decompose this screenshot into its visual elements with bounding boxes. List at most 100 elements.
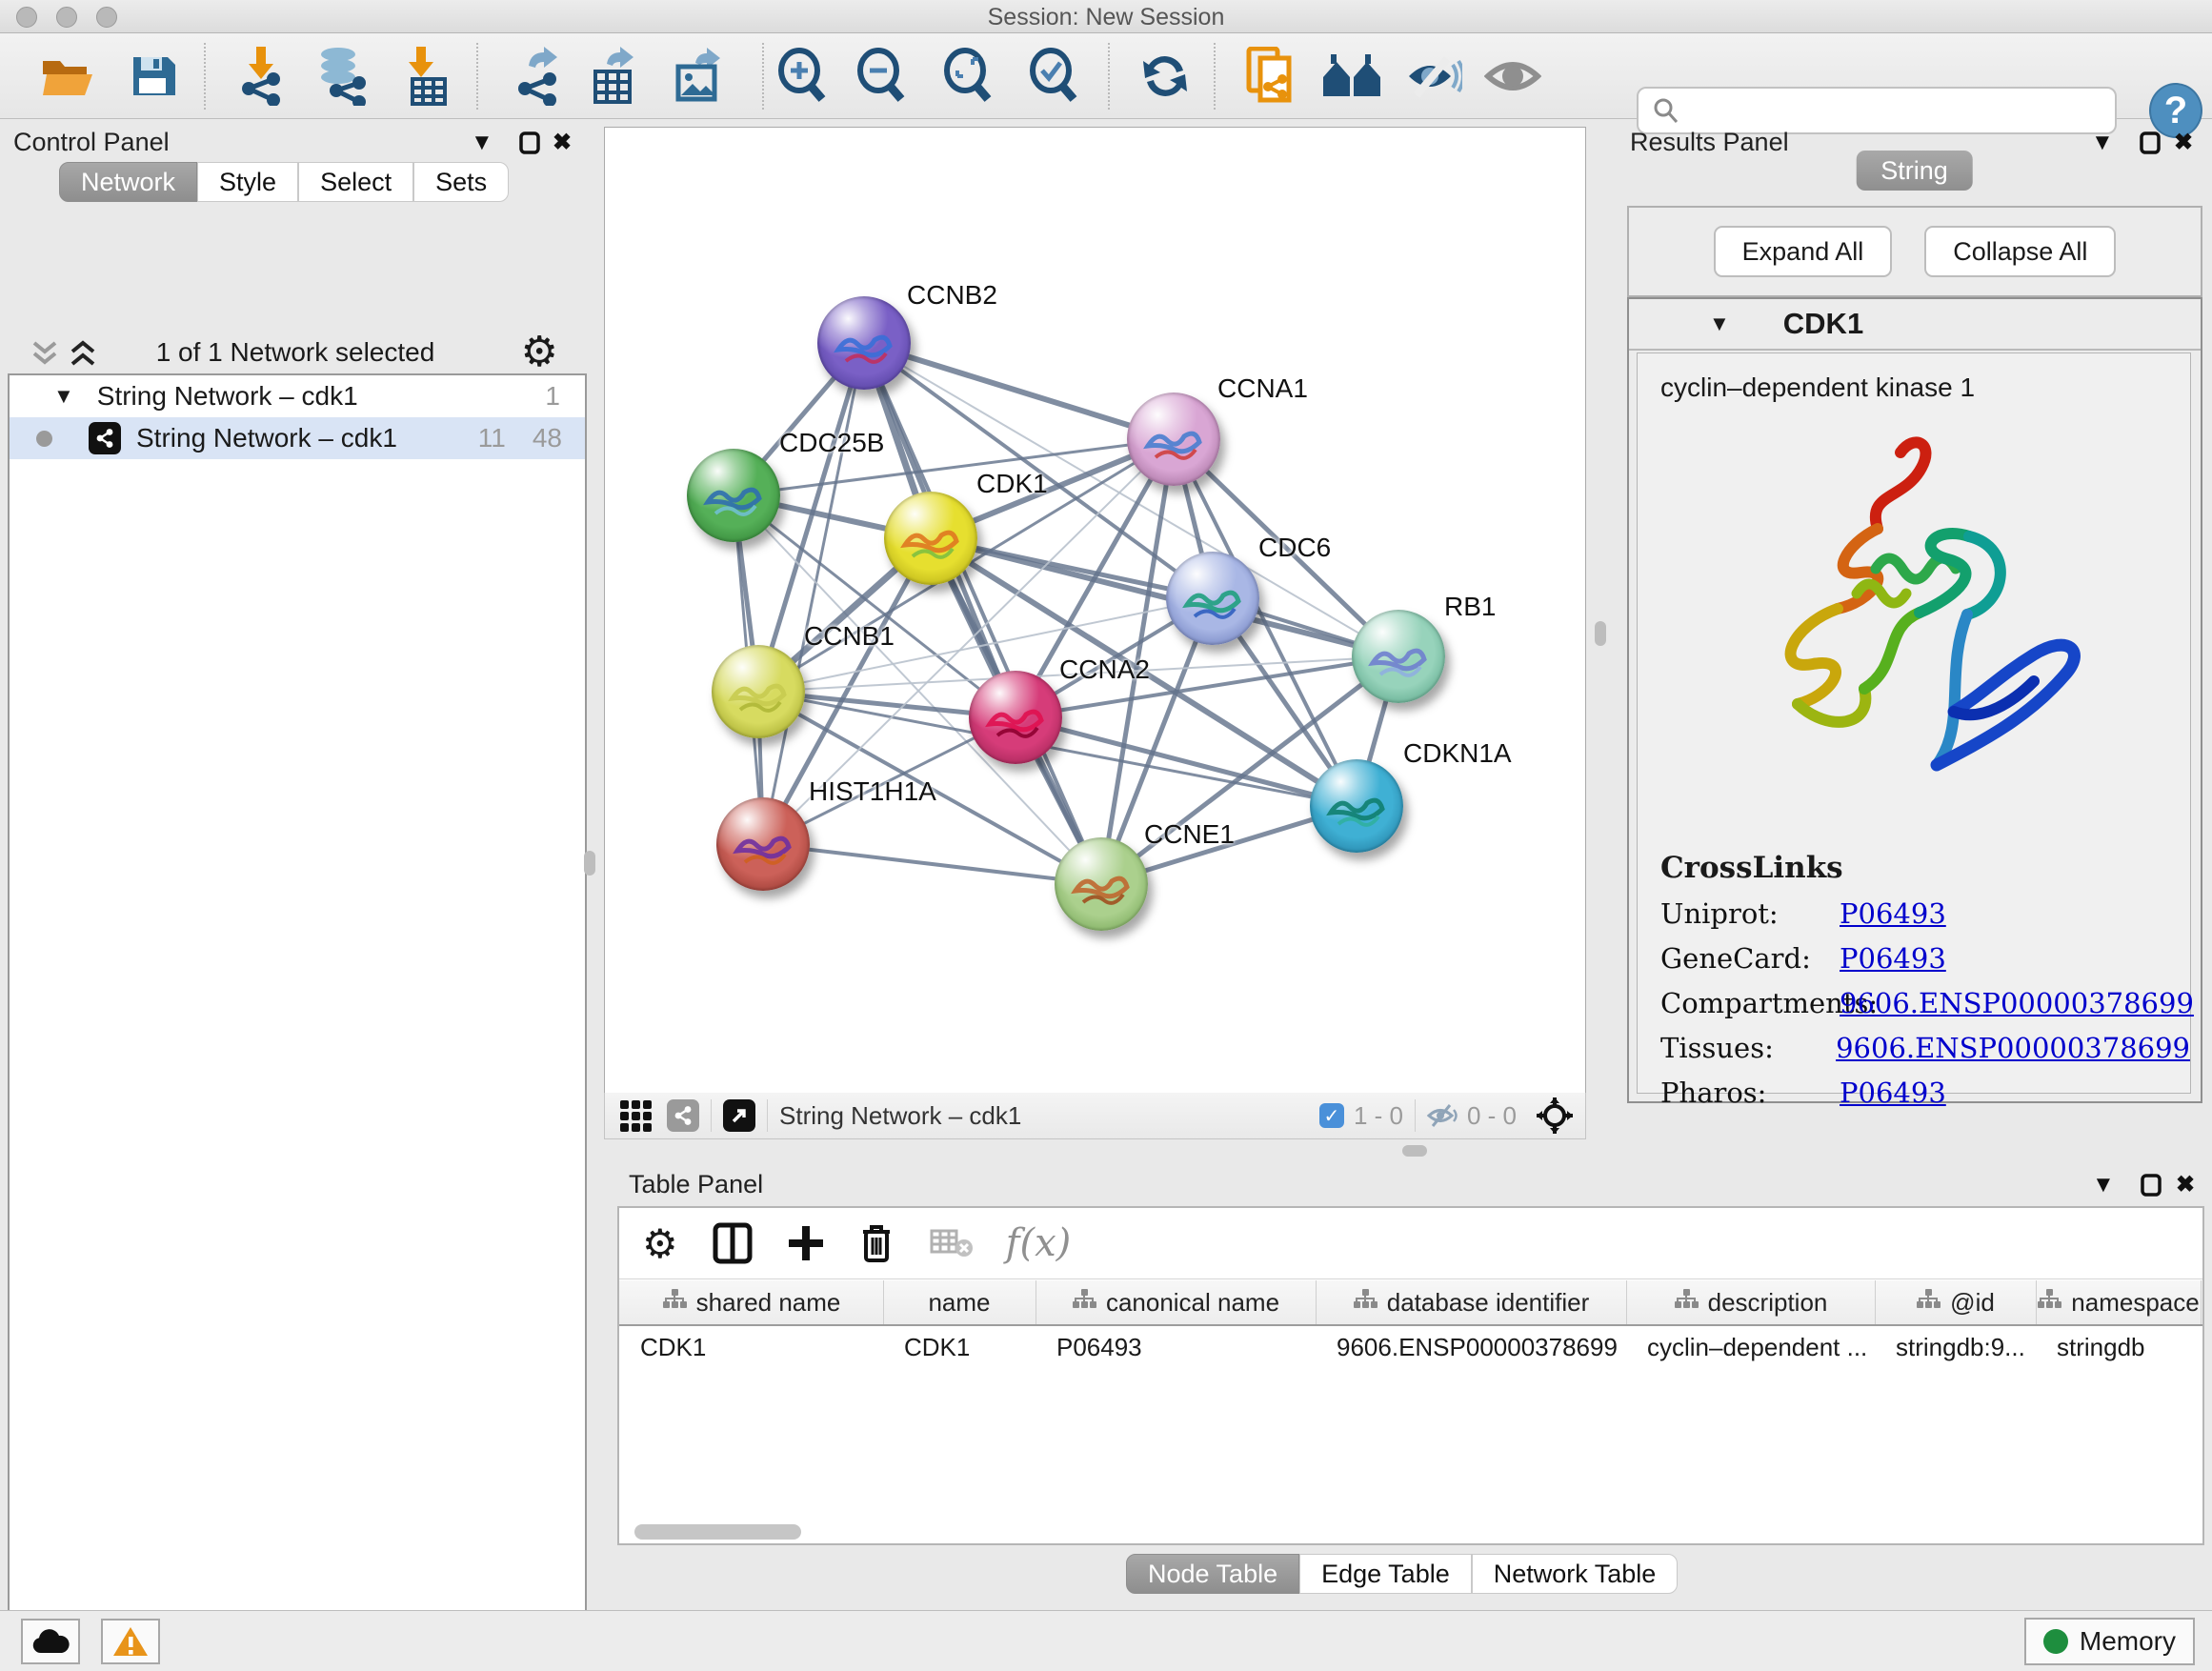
panel-close-icon[interactable]: ✖ [2174,129,2193,156]
panel-close-icon[interactable]: ✖ [553,129,572,156]
show-all-icon[interactable] [1482,47,1543,106]
network-view-canvas[interactable]: CCNB2CCNA1CDC25BCDK1CDC6RB1CCNB1CCNA2CDK… [604,127,1586,1095]
tab-string[interactable]: String [1856,151,1973,191]
crosslink-link[interactable]: 9606.ENSP00000378699 [1836,1032,2190,1064]
node-CDKN1A[interactable] [1310,759,1403,853]
gene-header-row[interactable]: ▼ CDK1 [1629,299,2201,351]
panel-float-icon[interactable] [2139,131,2162,155]
right-splitter-handle[interactable] [1595,621,1606,646]
disclosure-triangle-icon[interactable]: ▼ [53,384,74,409]
node-label-CDKN1A: CDKN1A [1403,738,1512,769]
import-network-icon[interactable] [231,47,292,106]
panel-menu-icon[interactable]: ▼ [2092,1172,2115,1198]
cloud-button[interactable] [21,1619,80,1664]
panel-float-icon[interactable] [2140,1173,2162,1198]
expand-all-button[interactable]: Expand All [1714,226,1893,277]
warning-button[interactable] [101,1619,160,1664]
refresh-icon[interactable] [1135,47,1196,106]
horizontal-scrollbar-thumb[interactable] [634,1524,801,1540]
hide-selected-icon[interactable] [1403,47,1464,106]
column-header-description[interactable]: description [1626,1280,1876,1324]
new-network-from-selection-icon[interactable] [1240,47,1301,106]
node-CCNE1[interactable] [1055,837,1148,931]
node-CDK1[interactable] [884,492,977,585]
hidden-eye-icon[interactable] [1427,1103,1459,1128]
selected-checkbox-icon[interactable]: ✓ [1319,1103,1344,1128]
open-session-icon[interactable] [37,47,98,106]
panel-menu-icon[interactable]: ▼ [2091,130,2114,156]
cell-description[interactable]: cyclin–dependent ... [1626,1326,1875,1368]
delete-column-icon[interactable] [859,1222,894,1264]
crosslink-link[interactable]: P06493 [1840,897,1946,930]
horizontal-splitter-handle[interactable] [1402,1145,1427,1157]
network-view-type-icon[interactable] [667,1099,699,1132]
network-label: String Network – cdk1 [136,423,397,453]
expand-all-icon[interactable] [69,339,97,368]
edge-HIST1H1A-CCNE1[interactable] [763,844,1101,884]
cell-namespace[interactable]: stringdb [2036,1326,2201,1368]
tab-network-table[interactable]: Network Table [1472,1554,1679,1594]
crosslink-link[interactable]: P06493 [1840,1077,1946,1109]
first-neighbors-icon[interactable] [1321,47,1382,106]
tab-select[interactable]: Select [298,162,413,202]
show-columns-icon[interactable] [713,1222,753,1264]
tab-node-table[interactable]: Node Table [1126,1554,1299,1594]
crosslink-link[interactable]: 9606.ENSP00000378699 [1840,987,2194,1019]
add-column-icon[interactable] [787,1224,825,1262]
left-splitter-handle[interactable] [584,851,595,876]
export-table-icon[interactable] [583,47,644,106]
crosslink-link[interactable]: P06493 [1840,942,1946,975]
zoom-selected-icon[interactable] [1023,47,1084,106]
disclosure-triangle-icon[interactable]: ▼ [1709,312,1730,336]
node-CCNB1[interactable] [712,645,805,738]
cell-id[interactable]: stringdb:9... [1875,1326,2036,1368]
node-CCNB2[interactable] [817,296,911,390]
node-RB1[interactable] [1352,610,1445,703]
cell-canonical-name[interactable]: P06493 [1036,1326,1316,1368]
node-table: shared namenamecanonical namedatabase id… [619,1280,2202,1520]
zoom-fit-icon[interactable] [937,47,998,106]
collapse-all-button[interactable]: Collapse All [1924,226,2116,277]
cell-shared-name[interactable]: CDK1 [619,1326,883,1368]
tab-sets[interactable]: Sets [413,162,509,202]
tab-edge-table[interactable]: Edge Table [1299,1554,1472,1594]
export-image-icon[interactable] [669,47,730,106]
panel-close-icon[interactable]: ✖ [2176,1171,2195,1198]
zoom-out-icon[interactable] [851,47,912,106]
network-collection-row[interactable]: ▼ String Network – cdk1 1 [10,375,585,417]
import-table-icon[interactable] [392,47,453,106]
node-CDC6[interactable] [1166,552,1259,645]
collapse-all-icon[interactable] [30,339,59,368]
panel-float-icon[interactable] [518,131,541,155]
edge-CCNB2-HIST1H1A[interactable] [763,343,864,844]
save-session-icon[interactable] [122,47,183,106]
memory-button[interactable]: Memory [2024,1618,2195,1665]
gear-icon[interactable]: ⚙ [642,1220,678,1267]
zoom-in-icon[interactable] [772,47,833,106]
node-CDC25B[interactable] [687,449,780,542]
cell-database-identifier[interactable]: 9606.ENSP00000378699 [1316,1326,1626,1368]
open-in-new-window-icon[interactable] [723,1099,755,1132]
column-header-canonical-name[interactable]: canonical name [1036,1280,1317,1324]
node-CCNA2[interactable] [969,671,1062,764]
edge-CCNB2-CCNA1[interactable] [864,343,1174,439]
import-network-from-database-icon[interactable] [311,47,372,106]
cell-name[interactable]: CDK1 [883,1326,1036,1368]
tab-network[interactable]: Network [59,162,197,202]
node-CCNA1[interactable] [1127,393,1220,486]
tab-style[interactable]: Style [197,162,298,202]
column-header-id[interactable]: @id [1875,1280,2037,1324]
delete-table-icon [930,1227,974,1259]
grid-view-icon[interactable] [620,1100,652,1132]
node-HIST1H1A[interactable] [716,797,810,891]
column-header-name[interactable]: name [883,1280,1036,1324]
gear-icon[interactable]: ⚙ [521,328,558,376]
network-row[interactable]: String Network – cdk1 11 48 [10,417,585,459]
birdseye-crosshair-icon[interactable] [1536,1097,1574,1135]
export-network-icon[interactable] [507,47,568,106]
panel-menu-icon[interactable]: ▼ [471,130,493,156]
table-row[interactable]: CDK1CDK1P064939606.ENSP00000378699cyclin… [619,1326,2202,1368]
column-header-database-identifier[interactable]: database identifier [1316,1280,1627,1324]
column-header-shared-name[interactable]: shared name [619,1280,884,1324]
column-header-namespace[interactable]: namespace [2036,1280,2202,1324]
